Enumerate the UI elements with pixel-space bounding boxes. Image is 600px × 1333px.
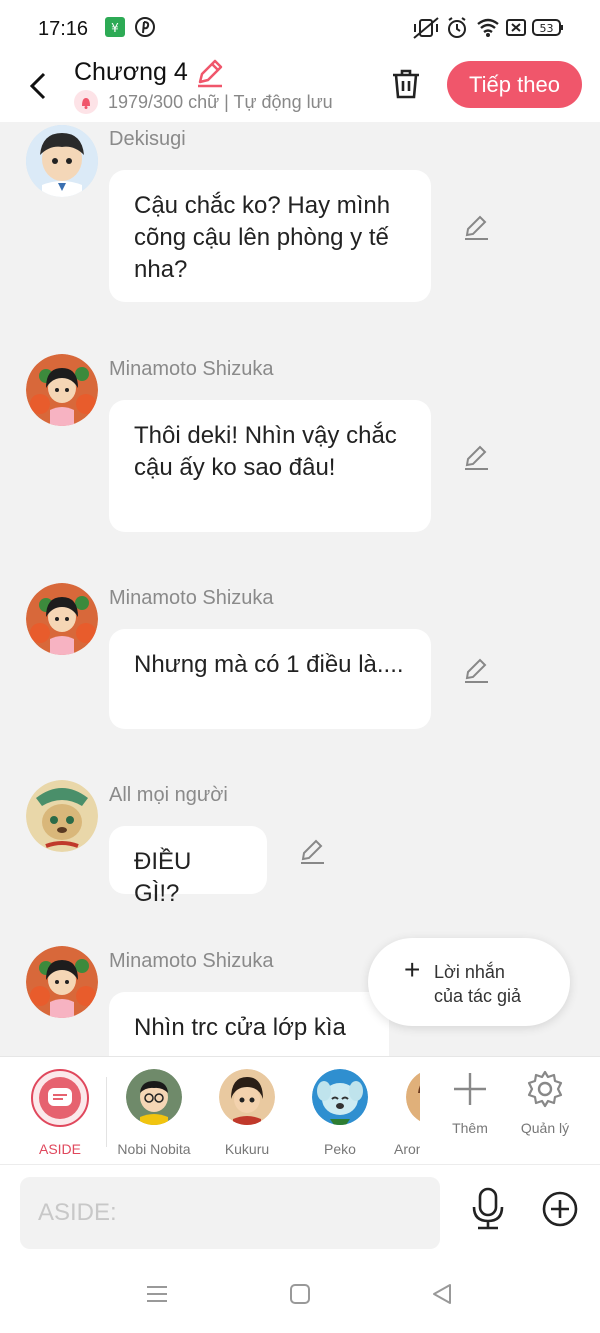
back-button[interactable] <box>22 66 54 106</box>
add-character-button[interactable]: Thêm <box>435 1069 505 1136</box>
menu-nav-button[interactable] <box>145 1282 169 1311</box>
system-nav-bar <box>0 1264 600 1333</box>
character-name: ASIDE <box>38 1141 81 1157</box>
character-kukuru[interactable]: Kukuru <box>207 1069 287 1157</box>
status-time: 17:16 <box>38 18 89 40</box>
battery-icon: 53 <box>532 16 564 43</box>
menu-icon <box>147 1286 167 1302</box>
avatar[interactable] <box>26 354 98 426</box>
pencil-icon <box>465 215 488 240</box>
attach-button[interactable] <box>540 1187 580 1236</box>
author-note-label: Lời nhắn của tác giả <box>434 960 521 1008</box>
character-bar: ASIDE Nobi Nobita Kukuru Peko Aron Thêm … <box>0 1056 600 1164</box>
plus-circle-icon <box>542 1191 578 1227</box>
avatar <box>126 1069 182 1125</box>
divider <box>106 1077 107 1147</box>
avatar <box>219 1069 275 1125</box>
speaker-name: Minamoto Shizuka <box>109 950 274 972</box>
wifi-icon <box>476 16 500 43</box>
voice-input-button[interactable] <box>468 1187 508 1236</box>
author-note-label-line: của tác giả <box>434 986 522 1006</box>
pencil-icon <box>301 839 324 864</box>
chat-area[interactable]: Dekisugi Cậu chắc ko? Hay mình cõng cậu … <box>0 122 600 1056</box>
home-nav-button[interactable] <box>288 1282 312 1311</box>
add-label: Thêm <box>452 1120 488 1136</box>
speaker-name: All mọi người <box>109 784 228 806</box>
svg-text:¥: ¥ <box>111 21 119 35</box>
author-note-label-line: Lời nhắn <box>434 962 505 982</box>
message-bubble[interactable]: Cậu chắc ko? Hay mình cõng cậu lên phòng… <box>109 170 431 302</box>
chevron-left-icon <box>29 72 46 100</box>
character-aside[interactable]: ASIDE <box>20 1069 100 1157</box>
word-count-text: 1979/300 chữ | Tự động lưu <box>108 91 333 112</box>
pencil-icon <box>465 445 488 470</box>
avatar[interactable] <box>26 583 98 655</box>
trash-icon <box>393 69 419 99</box>
mute-vibrate-icon <box>412 16 440 45</box>
triangle-back-icon <box>433 1284 451 1304</box>
status-bar: 17:16 ¥ 53 <box>0 0 600 60</box>
editor-header: Chương 4 1979/300 chữ | Tự động lưu Tiếp… <box>0 58 600 122</box>
character-list-clip: Aron <box>380 1057 420 1163</box>
edit-message-button[interactable] <box>298 838 326 871</box>
character-name: Aron <box>394 1141 420 1157</box>
input-row <box>0 1164 600 1264</box>
avatar <box>312 1069 368 1125</box>
next-button[interactable]: Tiếp theo <box>447 61 582 108</box>
message-bubble[interactable]: Thôi deki! Nhìn vậy chắc cậu ấy ko sao đ… <box>109 400 431 532</box>
square-icon <box>290 1284 310 1304</box>
app-notification-icon: ¥ <box>105 16 125 43</box>
word-count-status: 1979/300 chữ | Tự động lưu <box>74 90 333 114</box>
character-peko[interactable]: Peko <box>300 1069 380 1157</box>
edit-message-button[interactable] <box>462 657 490 690</box>
edit-message-button[interactable] <box>462 444 490 477</box>
edit-title-button[interactable] <box>194 58 224 93</box>
alarm-icon <box>446 16 468 45</box>
avatar <box>406 1069 420 1125</box>
message-bubble[interactable]: Nhìn trc cửa lớp kìa <box>109 992 389 1056</box>
chapter-title: Chương 4 <box>74 58 188 86</box>
battery-level: 53 <box>540 22 554 35</box>
message-input[interactable] <box>20 1177 440 1249</box>
character-name: Peko <box>324 1141 356 1157</box>
character-aron[interactable]: Aron <box>380 1069 420 1157</box>
pinterest-icon <box>135 16 155 43</box>
message-bubble[interactable]: Nhưng mà có 1 điều là.... <box>109 629 431 729</box>
speaker-name: Dekisugi <box>109 128 186 150</box>
edit-message-button[interactable] <box>462 214 490 247</box>
character-name: Kukuru <box>224 1141 270 1157</box>
manage-characters-button[interactable]: Quản lý <box>510 1069 580 1136</box>
avatar[interactable] <box>26 125 98 197</box>
author-note-button[interactable]: + Lời nhắn của tác giả <box>368 938 570 1026</box>
avatar[interactable] <box>26 780 98 852</box>
plus-icon <box>454 1073 486 1105</box>
back-nav-button[interactable] <box>430 1282 454 1311</box>
gear-icon <box>527 1070 563 1108</box>
pencil-icon <box>198 59 223 88</box>
microphone-icon <box>472 1187 504 1230</box>
pencil-icon <box>465 658 488 683</box>
character-name: Nobi Nobita <box>117 1141 191 1157</box>
speaker-name: Minamoto Shizuka <box>109 587 274 609</box>
character-nobita[interactable]: Nobi Nobita <box>114 1069 194 1157</box>
speaker-name: Minamoto Shizuka <box>109 358 274 380</box>
delete-button[interactable] <box>386 62 426 106</box>
sim-icon <box>506 16 526 43</box>
avatar[interactable] <box>26 946 98 1018</box>
bell-icon <box>74 90 98 114</box>
aside-icon <box>31 1069 89 1127</box>
plus-icon: + <box>404 954 421 985</box>
manage-label: Quản lý <box>520 1120 570 1136</box>
message-bubble[interactable]: ĐIỀU GÌ!? <box>109 826 267 907</box>
